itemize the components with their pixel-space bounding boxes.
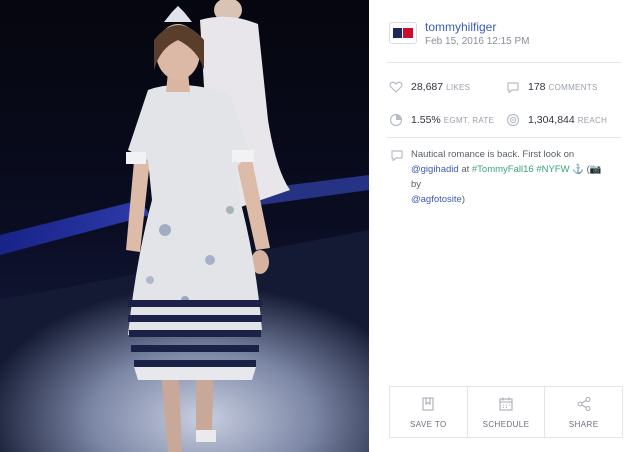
pie-chart-icon — [389, 113, 403, 127]
share-icon — [577, 396, 591, 412]
save-to-label: SAVE TO — [410, 420, 447, 429]
comments-value: 178 — [528, 81, 546, 93]
share-label: SHARE — [568, 420, 599, 429]
mention-link[interactable]: @gigihadid — [411, 164, 459, 175]
likes-stat: 28,687 LIKES — [389, 80, 499, 96]
flag-navy-block — [393, 28, 402, 38]
reach-label: REACH — [577, 116, 608, 125]
post-details-panel: tommyhilfiger Feb 15, 2016 12:15 PM 28,6… — [369, 0, 640, 452]
username-link[interactable]: tommyhilfiger — [425, 20, 496, 34]
reach-stat: 1,304,844 REACH — [506, 113, 626, 129]
avatar[interactable] — [389, 22, 417, 44]
likes-label: LIKES — [446, 83, 471, 92]
calendar-icon — [499, 397, 513, 411]
reach-target-icon — [506, 113, 520, 127]
divider — [387, 62, 622, 63]
heart-icon — [389, 81, 403, 93]
reach-value: 1,304,844 — [528, 114, 575, 126]
likes-value: 28,687 — [411, 81, 444, 93]
comments-label: COMMENTS — [548, 83, 598, 92]
caption-text: ) — [461, 194, 466, 205]
save-to-icon — [422, 397, 434, 411]
schedule-button[interactable]: SCHEDULE — [468, 387, 546, 437]
engagement-stat: 1.55% EGMT. RATE — [389, 113, 504, 129]
comment-bubble-icon — [507, 82, 519, 94]
caption-text: Nautical romance is back. First look on — [411, 149, 575, 160]
caption-text: at — [458, 164, 472, 175]
divider — [387, 137, 622, 138]
flag-red-block — [403, 28, 413, 38]
save-to-button[interactable]: SAVE TO — [390, 387, 468, 437]
post-header: tommyhilfiger Feb 15, 2016 12:15 PM — [389, 14, 629, 54]
post-caption: Nautical romance is back. First look on … — [411, 147, 611, 207]
share-button[interactable]: SHARE — [545, 387, 622, 437]
hashtag-link[interactable]: #TommyFall16 — [472, 164, 534, 175]
engagement-value: 1.55% — [411, 114, 441, 126]
post-actions: SAVE TO SCHEDULE SHARE — [389, 386, 623, 438]
post-photo[interactable] — [0, 0, 369, 452]
post-date: Feb 15, 2016 12:15 PM — [425, 36, 530, 47]
engagement-label: EGMT. RATE — [443, 116, 495, 125]
comments-stat: 178 COMMENTS — [506, 80, 626, 96]
runway-photo-illustration — [0, 0, 369, 452]
post-viewer: tommyhilfiger Feb 15, 2016 12:15 PM 28,6… — [0, 0, 640, 452]
caption-bubble-icon — [391, 150, 403, 162]
schedule-label: SCHEDULE — [482, 420, 530, 429]
hashtag-link[interactable]: #NYFW — [536, 164, 569, 175]
mention-link[interactable]: @agfotosite — [411, 194, 462, 205]
